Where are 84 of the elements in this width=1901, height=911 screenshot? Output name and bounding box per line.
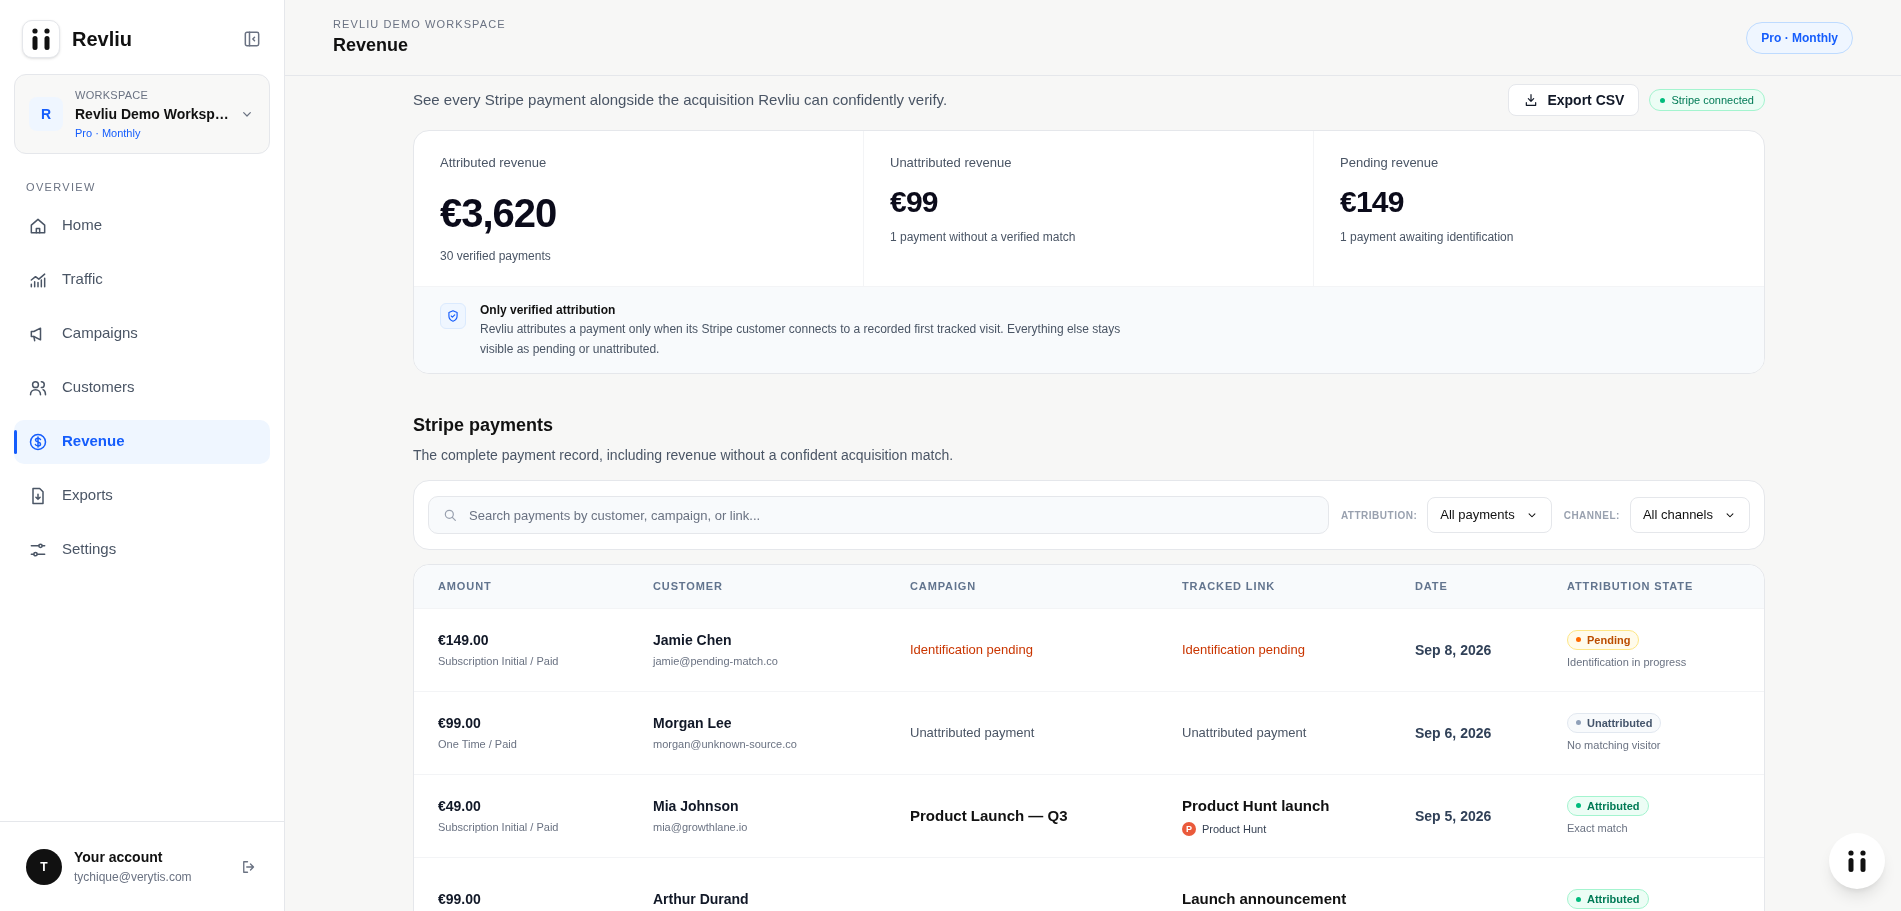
sidebar-nav-item[interactable]: Campaigns [14, 311, 270, 356]
metric-label: Attributed revenue [440, 154, 548, 172]
metric-value: €99 [890, 183, 939, 220]
sidebar-nav-item[interactable]: Customers [14, 365, 270, 410]
date-cell-text: Sep 8, 2026 [1415, 640, 1493, 660]
metric-label: Unattributed revenue [890, 154, 1013, 172]
campaign-cell-text: Unattributed payment [910, 724, 1036, 743]
column-header: CUSTOMER [653, 579, 724, 595]
filter-dropdown[interactable]: All channels [1629, 497, 1750, 533]
status-note: Exact match [1567, 821, 1629, 836]
workspace-name: Revliu Demo Worksp… [75, 104, 227, 124]
amount-cell-text: €99.00 [438, 889, 482, 909]
section-title: Stripe payments [413, 414, 555, 437]
account-email: tychique@verytis.com [74, 869, 193, 886]
sidebar-nav-item[interactable]: Revenue [14, 419, 270, 464]
sidebar-nav-item[interactable]: Home [14, 203, 270, 248]
metric-note: 1 payment without a verified match [890, 228, 1077, 246]
status-badge: Pending [1567, 629, 1640, 650]
notice-title: Only verified attribution [480, 302, 617, 319]
status-badge: Unattributed [1567, 712, 1662, 733]
payment-type: Subscription Initial / Paid [438, 820, 560, 836]
link-source: Product Hunt [1202, 822, 1267, 837]
payment-type: Subscription Initial / Paid [438, 654, 560, 670]
source-logo: P [1182, 822, 1196, 837]
workspace-eyebrow: REVLIU DEMO WORKSPACE [333, 16, 506, 32]
status-note: No matching visitor [1567, 738, 1662, 753]
dollar-circle-icon [28, 431, 48, 452]
campaign-cell-text: Identification pending [910, 641, 1034, 660]
search-field[interactable]: Search payments by customer, campaign, or link... [428, 496, 1329, 534]
page-description: See every Stripe payment alongside the acquisition Revliu can confidently verify. [413, 89, 948, 110]
floating-logo-button[interactable] [1829, 833, 1885, 889]
date-cell-text: Sep 5, 2026 [1415, 806, 1493, 826]
column-header: AMOUNT [438, 579, 493, 595]
amount-cell-text: €99.00 [438, 714, 482, 734]
column-header: DATE [1415, 579, 1449, 595]
workspace-label: WORKSPACE [75, 88, 150, 103]
column-header: TRACKED LINK [1182, 579, 1277, 595]
sidebar-nav-item[interactable]: Settings [14, 527, 270, 572]
status-badge: Attributed [1567, 795, 1649, 816]
workspace-switcher[interactable]: R WORKSPACE Revliu Demo Worksp… Pro · Monthly [14, 74, 270, 154]
section-description: The complete payment record, including revenue without a confident acquisition match. [413, 446, 955, 465]
notice-text: Revliu attributes a payment only when its Stripe customer connects to a recorded first tracked visit. Everything else stays visible as pending or unattributed. [480, 321, 1122, 358]
metric-label: Pending revenue [1340, 154, 1440, 172]
account-name: Your account [74, 848, 164, 867]
shield-check-icon [440, 303, 466, 329]
customer-name: Arthur Durand [653, 889, 750, 909]
metric-value: €149 [1340, 183, 1405, 220]
status-note: Identification in progress [1567, 655, 1688, 670]
metric-value: €3,620 [440, 189, 558, 237]
page-title: Revenue [333, 34, 410, 58]
account-avatar: T [26, 848, 62, 885]
customer-email: morgan@unknown-source.co [653, 737, 798, 753]
collapse-sidebar-button[interactable] [242, 29, 262, 49]
export-csv-button[interactable]: Export CSV [1508, 84, 1640, 116]
brand-name: Revliu [72, 27, 133, 52]
sidebar-panel-icon [242, 29, 262, 49]
payment-type: One Time / Paid [438, 737, 518, 753]
sidebar-nav-item[interactable]: Exports [14, 473, 270, 518]
workspace-avatar: R [29, 97, 63, 131]
search-icon [442, 507, 458, 523]
status-badge: Attributed [1567, 888, 1649, 910]
logo-icon [1846, 850, 1868, 872]
section-label: OVERVIEW [25, 180, 97, 195]
column-header: ATTRIBUTION STATE [1567, 579, 1695, 595]
customer-email: jamie@pending-match.co [653, 654, 779, 670]
customer-name: Morgan Lee [653, 714, 733, 734]
filter-label: ATTRIBUTION: [1340, 508, 1418, 523]
metric-note: 30 verified payments [440, 247, 552, 265]
amount-cell-text: €149.00 [438, 631, 490, 651]
amount-cell-text: €49.00 [438, 797, 482, 817]
workspace-plan: Pro · Monthly [75, 125, 142, 141]
filter-label: CHANNEL: [1563, 508, 1620, 523]
customer-name: Jamie Chen [653, 631, 733, 651]
date-cell-text: Sep 6, 2026 [1415, 723, 1493, 743]
metric-note: 1 payment awaiting identification [1340, 228, 1515, 246]
filter-dropdown[interactable]: All payments [1427, 497, 1552, 533]
customer-email: mia@growthlane.io [653, 820, 749, 836]
campaign-cell-text: Product Launch — Q3 [910, 805, 1069, 826]
column-header: CAMPAIGN [910, 579, 978, 595]
customer-name: Mia Johnson [653, 797, 740, 817]
logo-icon [22, 20, 60, 58]
plan-badge: Pro · Monthly [1746, 21, 1853, 54]
stripe-connected-badge: Stripe connected [1649, 88, 1765, 112]
sidebar-nav-item[interactable]: Traffic [14, 257, 270, 302]
